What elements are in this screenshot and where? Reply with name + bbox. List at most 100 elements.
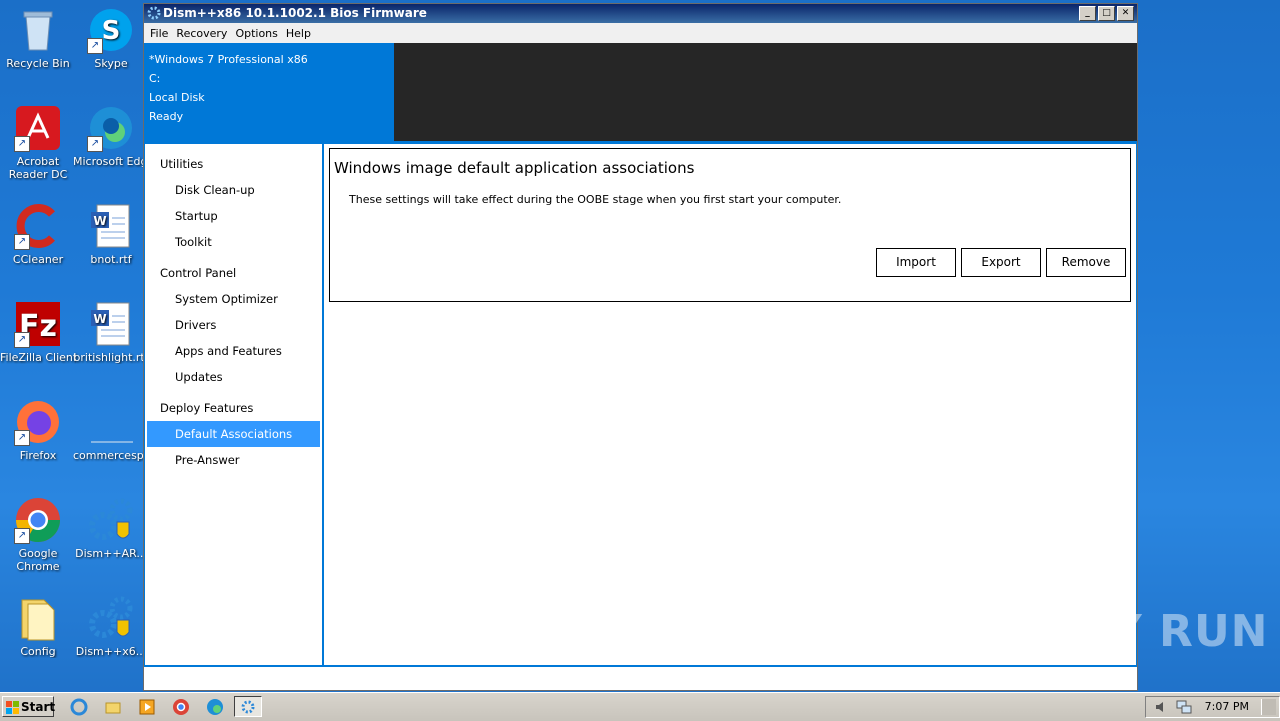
recycle-bin-icon [14,6,62,54]
network-icon[interactable] [1176,700,1192,717]
edge-icon: ↗ [87,104,135,152]
desktop-icon-skype[interactable]: S ↗ Skype [73,6,149,70]
folder-icon [14,594,62,642]
export-button[interactable]: Export [961,248,1041,277]
menu-recovery[interactable]: Recovery [172,27,231,40]
sidebar-item-default-associations[interactable]: Default Associations [147,421,320,447]
image-disk-label: Local Disk [149,91,205,104]
ccleaner-icon: ↗ [14,202,62,250]
desktop-icon-config[interactable]: Config [0,594,76,658]
ie-taskbar-icon[interactable] [70,698,88,716]
system-tray: 7:07 PM [1145,696,1280,718]
title-bar[interactable]: Dism++x86 10.1.1002.1 Bios Firmware _ □ … [144,4,1137,23]
show-desktop-button[interactable] [1261,699,1276,715]
desktop-icon-filezilla[interactable]: Fz ↗ FileZilla Client [0,300,76,364]
word-document-icon: W [87,300,135,348]
desktop-icon-dism-arm[interactable]: Dism++AR... [73,496,149,560]
chrome-icon: ↗ [14,496,62,544]
sidebar-item-pre-answer[interactable]: Pre-Answer [147,447,320,473]
content-area: Windows image default application associ… [324,144,1136,665]
nav-group-deploy-features: Deploy Features [160,401,254,415]
sidebar-item-toolkit[interactable]: Toolkit [147,229,320,255]
desktop-icon-bnot-rtf[interactable]: W bnot.rtf [73,202,149,266]
skype-icon: S ↗ [87,6,135,54]
main-body: Utilities Disk Clean-up Startup Toolkit … [144,141,1137,667]
desktop-icon-label: Skype [94,57,128,70]
blank-file-icon [87,398,135,446]
import-button[interactable]: Import [876,248,956,277]
remove-button[interactable]: Remove [1046,248,1126,277]
edge-taskbar-icon[interactable] [206,698,224,716]
panel-description: These settings will take effect during t… [349,193,842,206]
desktop-icon-label: Google Chrome [16,547,60,573]
panel-title: Windows image default application associ… [334,159,695,177]
svg-text:W: W [93,312,106,326]
close-button[interactable]: ✕ [1117,6,1134,21]
start-label: Start [21,700,56,714]
desktop-icon-label: Dism++x6... [75,645,147,658]
sidebar-item-updates[interactable]: Updates [147,364,320,390]
desktop-icon-edge[interactable]: ↗ Microsoft Edge [73,104,149,168]
image-os-name: *Windows 7 Professional x86 [149,53,308,66]
windows-flag-icon [6,700,19,714]
sidebar-item-startup[interactable]: Startup [147,203,320,229]
image-info-tile[interactable]: *Windows 7 Professional x86 C: Local Dis… [144,43,394,141]
dism-app-icon [147,6,161,20]
taskbar-clock[interactable]: 7:07 PM [1205,700,1249,713]
menu-bar: File Recovery Options Help [144,23,1137,43]
desktop-icon-label: Recycle Bin [6,57,70,70]
desktop-icon-label: CCleaner [12,253,64,266]
taskbar: Start 7:07 PM [0,692,1280,721]
desktop-icon-label: Dism++AR... [75,547,147,560]
desktop-icon-label: Config [20,645,56,658]
desktop-icon-ccleaner[interactable]: ↗ CCleaner [0,202,76,266]
media-player-taskbar-icon[interactable] [138,698,156,716]
volume-icon[interactable] [1154,700,1168,717]
explorer-taskbar-icon[interactable] [104,698,122,716]
window-title: Dism++x86 10.1.1002.1 Bios Firmware [163,6,427,20]
desktop-icon-label: Acrobat Reader DC [8,155,68,181]
desktop-icon-label: commercesp... [73,449,149,462]
dism-gear-icon [87,594,135,642]
desktop-icon-label: Microsoft Edge [73,155,149,168]
maximize-button[interactable]: □ [1098,6,1115,21]
dism-taskbar-button[interactable] [234,696,262,717]
sidebar-item-drivers[interactable]: Drivers [147,312,320,338]
dism-window: Dism++x86 10.1.1002.1 Bios Firmware _ □ … [143,3,1138,691]
associations-panel: Windows image default application associ… [329,148,1131,302]
desktop-icon-firefox[interactable]: ↗ Firefox [0,398,76,462]
sidebar-item-system-optimizer[interactable]: System Optimizer [147,286,320,312]
acrobat-icon: ↗ [14,104,62,152]
menu-file[interactable]: File [146,27,172,40]
nav-group-utilities: Utilities [160,157,204,171]
svg-text:S: S [102,16,121,46]
start-button[interactable]: Start [2,696,56,717]
desktop-icon-recycle-bin[interactable]: Recycle Bin [0,6,76,70]
anyrun-watermark: ANY RUN [1037,606,1269,657]
desktop-icon-chrome[interactable]: ↗ Google Chrome [0,496,76,573]
sidebar-nav: Utilities Disk Clean-up Startup Toolkit … [145,144,322,665]
menu-options[interactable]: Options [231,27,281,40]
chrome-taskbar-icon[interactable] [172,698,190,716]
sidebar-item-apps-and-features[interactable]: Apps and Features [147,338,320,364]
firefox-icon: ↗ [14,398,62,446]
desktop-icon-label: bnot.rtf [90,253,132,266]
desktop-icon-label: Firefox [19,449,57,462]
desktop-icon-commercesp[interactable]: commercesp... [73,398,149,462]
sidebar-item-disk-clean-up[interactable]: Disk Clean-up [147,177,320,203]
desktop-icon-label: britishlight.rtf [73,351,149,364]
image-status: Ready [149,110,184,123]
word-document-icon: W [87,202,135,250]
menu-help[interactable]: Help [282,27,315,40]
filezilla-icon: Fz ↗ [14,300,62,348]
desktop-icon-acrobat[interactable]: ↗ Acrobat Reader DC [0,104,76,181]
image-header: *Windows 7 Professional x86 C: Local Dis… [144,43,1137,141]
desktop-icon-label: FileZilla Client [0,351,76,364]
nav-group-control-panel: Control Panel [160,266,237,280]
desktop-icon-britishlight-rtf[interactable]: W britishlight.rtf [73,300,149,364]
dism-gear-icon [87,496,135,544]
image-drive: C: [149,72,161,85]
desktop-icon-dism-x64[interactable]: Dism++x6... [73,594,149,658]
svg-text:W: W [93,214,106,228]
minimize-button[interactable]: _ [1079,6,1096,21]
